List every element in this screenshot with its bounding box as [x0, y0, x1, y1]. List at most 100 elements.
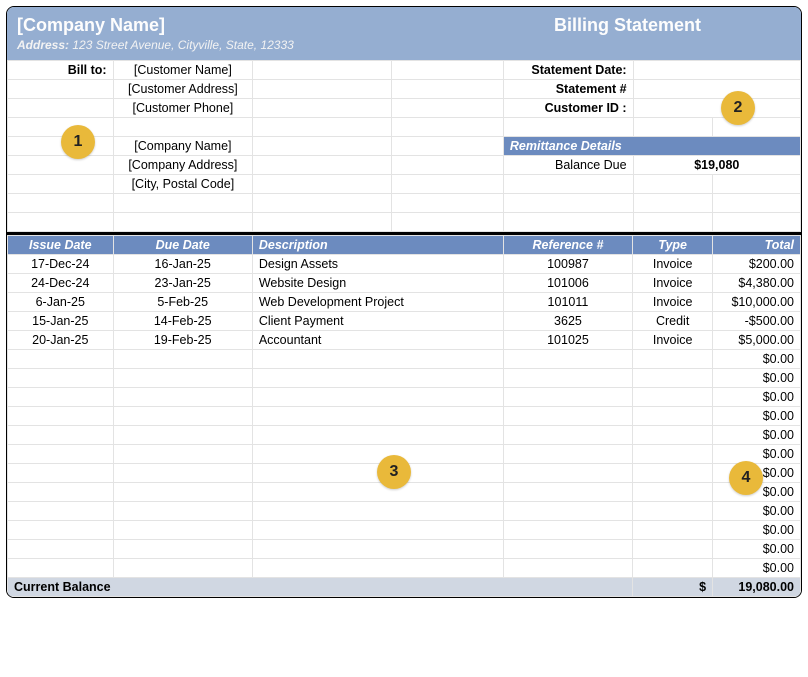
cell-total[interactable]: $0.00 — [713, 426, 801, 445]
cell-reference[interactable] — [503, 407, 633, 426]
cell-description[interactable] — [252, 483, 503, 502]
cell-total[interactable]: $0.00 — [713, 540, 801, 559]
cell-reference[interactable] — [503, 464, 633, 483]
cell-due-date[interactable] — [113, 407, 252, 426]
cell-type[interactable] — [633, 388, 713, 407]
cell-issue-date[interactable]: 24-Dec-24 — [8, 274, 114, 293]
cell-type[interactable] — [633, 559, 713, 578]
cell-due-date[interactable] — [113, 350, 252, 369]
cell-description[interactable] — [252, 407, 503, 426]
cell-description[interactable] — [252, 369, 503, 388]
cell-type[interactable] — [633, 445, 713, 464]
cell-total[interactable]: $10,000.00 — [713, 293, 801, 312]
cell-issue-date[interactable]: 20-Jan-25 — [8, 331, 114, 350]
cell-reference[interactable]: 101025 — [503, 331, 633, 350]
cell-description[interactable] — [252, 426, 503, 445]
cell-reference[interactable]: 101006 — [503, 274, 633, 293]
cell-description[interactable]: Accountant — [252, 331, 503, 350]
cell-type[interactable] — [633, 502, 713, 521]
cell-issue-date[interactable] — [8, 464, 114, 483]
from-line-1[interactable]: [Company Address] — [113, 156, 253, 175]
cell-description[interactable] — [252, 350, 503, 369]
cell-due-date[interactable]: 23-Jan-25 — [113, 274, 252, 293]
cell-reference[interactable] — [503, 369, 633, 388]
cell-total[interactable]: $0.00 — [713, 350, 801, 369]
statement-number-value[interactable] — [633, 80, 800, 99]
cell-type[interactable]: Invoice — [633, 293, 713, 312]
cell-type[interactable]: Credit — [633, 312, 713, 331]
cell-reference[interactable] — [503, 388, 633, 407]
cell-description[interactable]: Web Development Project — [252, 293, 503, 312]
cell-due-date[interactable] — [113, 521, 252, 540]
cell-type[interactable] — [633, 350, 713, 369]
cell-issue-date[interactable] — [8, 350, 114, 369]
cell-due-date[interactable]: 5-Feb-25 — [113, 293, 252, 312]
cell-description[interactable] — [252, 445, 503, 464]
cell-type[interactable] — [633, 426, 713, 445]
cell-reference[interactable] — [503, 426, 633, 445]
statement-date-value[interactable] — [633, 61, 800, 80]
cell-total[interactable]: $0.00 — [713, 407, 801, 426]
cell-reference[interactable] — [503, 559, 633, 578]
cell-type[interactable]: Invoice — [633, 274, 713, 293]
cell-issue-date[interactable] — [8, 559, 114, 578]
cell-issue-date[interactable] — [8, 369, 114, 388]
cell-description[interactable]: Client Payment — [252, 312, 503, 331]
cell-reference[interactable]: 101011 — [503, 293, 633, 312]
cell-due-date[interactable] — [113, 388, 252, 407]
cell-description[interactable] — [252, 521, 503, 540]
cell-due-date[interactable] — [113, 502, 252, 521]
cell-reference[interactable] — [503, 540, 633, 559]
cell-due-date[interactable]: 14-Feb-25 — [113, 312, 252, 331]
cell-reference[interactable] — [503, 350, 633, 369]
cell-due-date[interactable] — [113, 369, 252, 388]
cell-reference[interactable] — [503, 521, 633, 540]
cell-type[interactable] — [633, 369, 713, 388]
cell-issue-date[interactable] — [8, 407, 114, 426]
cell-description[interactable] — [252, 502, 503, 521]
cell-due-date[interactable]: 16-Jan-25 — [113, 255, 252, 274]
cell-reference[interactable] — [503, 483, 633, 502]
cell-description[interactable] — [252, 388, 503, 407]
cell-reference[interactable]: 3625 — [503, 312, 633, 331]
cell-due-date[interactable] — [113, 540, 252, 559]
cell-issue-date[interactable] — [8, 445, 114, 464]
cell-due-date[interactable] — [113, 464, 252, 483]
cell-type[interactable] — [633, 464, 713, 483]
cell-reference[interactable] — [503, 502, 633, 521]
bill-to-line-2[interactable]: [Customer Phone] — [113, 99, 253, 118]
cell-total[interactable]: $5,000.00 — [713, 331, 801, 350]
cell-issue-date[interactable]: 15-Jan-25 — [8, 312, 114, 331]
bill-to-line-1[interactable]: [Customer Address] — [113, 80, 253, 99]
cell-issue-date[interactable] — [8, 388, 114, 407]
cell-reference[interactable]: 100987 — [503, 255, 633, 274]
cell-description[interactable] — [252, 540, 503, 559]
cell-total[interactable]: $0.00 — [713, 502, 801, 521]
cell-description[interactable]: Website Design — [252, 274, 503, 293]
cell-description[interactable]: Design Assets — [252, 255, 503, 274]
cell-total[interactable]: $0.00 — [713, 445, 801, 464]
cell-issue-date[interactable] — [8, 426, 114, 445]
from-line-2[interactable]: [City, Postal Code] — [113, 175, 253, 194]
cell-type[interactable] — [633, 521, 713, 540]
cell-issue-date[interactable] — [8, 483, 114, 502]
cell-total[interactable]: $0.00 — [713, 559, 801, 578]
bill-to-line-0[interactable]: [Customer Name] — [113, 61, 253, 80]
cell-total[interactable]: $0.00 — [713, 388, 801, 407]
cell-total[interactable]: $0.00 — [713, 369, 801, 388]
cell-issue-date[interactable] — [8, 540, 114, 559]
cell-due-date[interactable]: 19-Feb-25 — [113, 331, 252, 350]
cell-reference[interactable] — [503, 445, 633, 464]
cell-description[interactable] — [252, 559, 503, 578]
cell-due-date[interactable] — [113, 445, 252, 464]
cell-type[interactable] — [633, 540, 713, 559]
cell-total[interactable]: -$500.00 — [713, 312, 801, 331]
cell-total[interactable]: $200.00 — [713, 255, 801, 274]
cell-type[interactable]: Invoice — [633, 331, 713, 350]
customer-id-value[interactable] — [633, 99, 800, 118]
cell-issue-date[interactable]: 6-Jan-25 — [8, 293, 114, 312]
from-line-0[interactable]: [Company Name] — [113, 137, 253, 156]
cell-issue-date[interactable]: 17-Dec-24 — [8, 255, 114, 274]
cell-total[interactable]: $0.00 — [713, 521, 801, 540]
cell-type[interactable]: Invoice — [633, 255, 713, 274]
